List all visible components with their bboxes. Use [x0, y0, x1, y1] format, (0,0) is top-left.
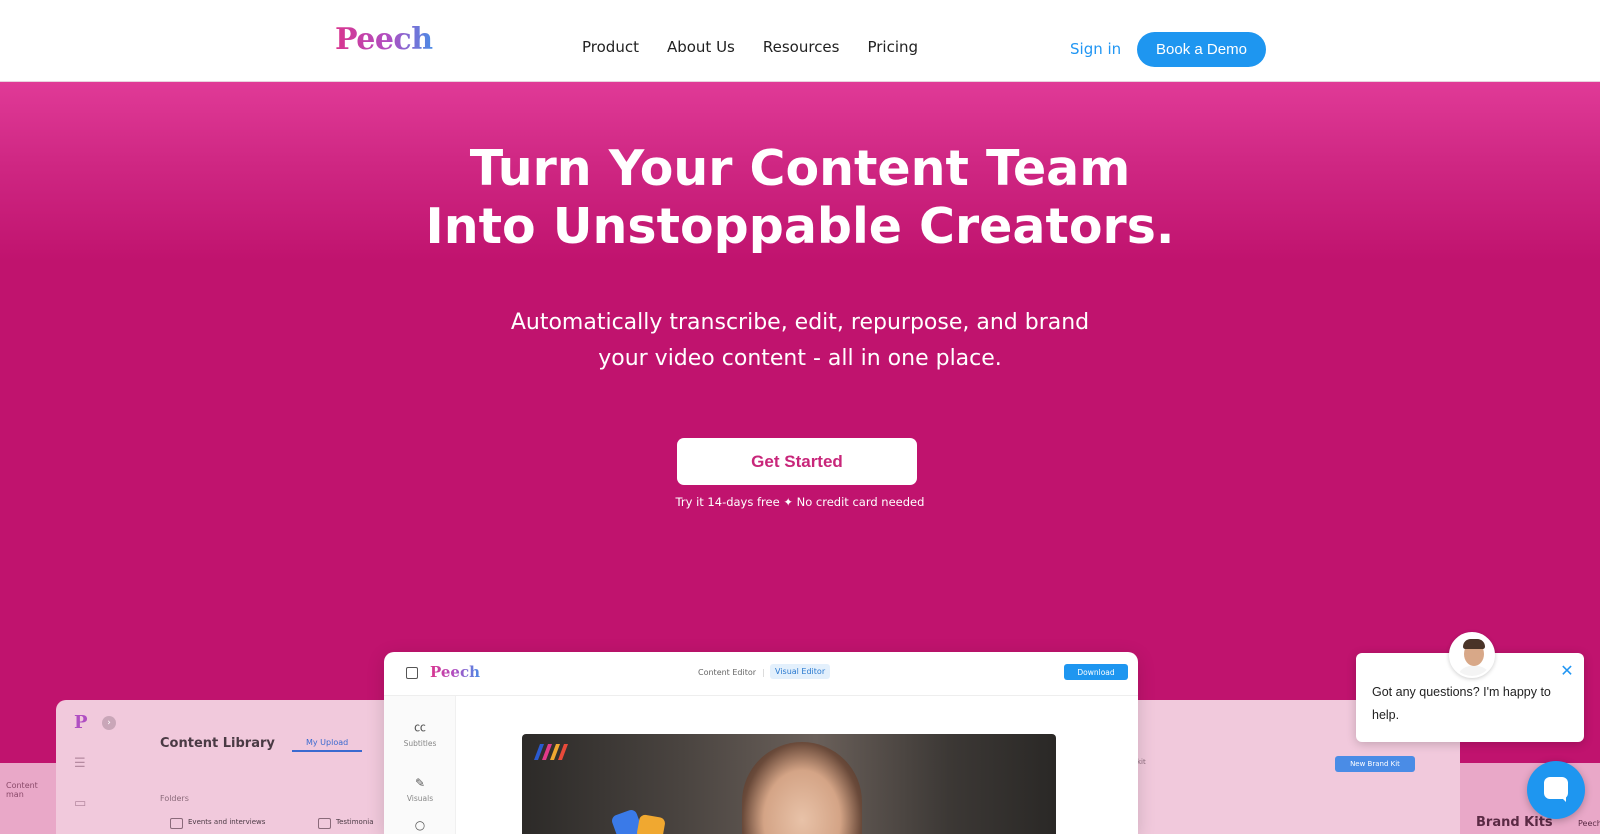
peech-logo[interactable]: Peech: [335, 22, 433, 57]
hero-title: Turn Your Content Team Into Unstoppable …: [0, 140, 1600, 256]
visuals-label: Visuals: [406, 794, 434, 803]
chevron-right-icon[interactable]: ›: [102, 716, 116, 730]
hero-subtitle: Automatically transcribe, edit, repurpos…: [0, 305, 1600, 377]
editor-logo: Peech: [430, 663, 481, 681]
close-icon[interactable]: ✕: [1559, 663, 1575, 679]
hero-title-line1: Turn Your Content Team: [469, 140, 1131, 197]
chat-bubble-tail: [1559, 795, 1566, 802]
hero-title-line2: Into Unstoppable Creators.: [425, 198, 1175, 255]
content-editor-tab[interactable]: Content Editor: [698, 668, 756, 677]
download-button[interactable]: Download: [1064, 664, 1128, 680]
sidebar-item-visuals[interactable]: ✎ Visuals: [384, 776, 456, 803]
avatar-hair: [1463, 639, 1485, 649]
new-brand-kit-button[interactable]: New Brand Kit: [1335, 756, 1415, 772]
nav-links: Product About Us Resources Pricing: [582, 38, 918, 56]
brand-stripes-icon: [534, 744, 568, 760]
brand-kits-title: Brand Kits: [1476, 815, 1553, 830]
folder-icon: [170, 818, 183, 829]
content-manager-label: Content man: [6, 781, 38, 799]
content-library-title: Content Library: [160, 736, 275, 751]
folder-icon[interactable]: ▭: [74, 796, 86, 811]
content-manager-panel: Content man: [0, 763, 58, 834]
pen-icon: ✎: [414, 776, 426, 790]
tab-my-upload[interactable]: My Upload: [292, 738, 363, 752]
trial-note: Try it 14-days free ✦ No credit card nee…: [675, 495, 925, 509]
folder-events[interactable]: Events and interviews: [188, 818, 265, 826]
library-logo: P: [74, 712, 88, 733]
presenter-image: [742, 742, 862, 834]
subtitles-icon: ㏄: [413, 720, 426, 734]
nav-resources[interactable]: Resources: [763, 38, 840, 56]
brand-kit-label: kit: [1137, 758, 1146, 766]
visual-editor-tab[interactable]: Visual Editor: [770, 664, 831, 679]
brand-kits-peech-label: Peech: [1578, 819, 1600, 828]
sidebar-item-person[interactable]: ○: [384, 818, 456, 834]
sign-in-link[interactable]: Sign in: [1070, 40, 1121, 58]
sidebar-item-subtitles[interactable]: ㏄ Subtitles: [384, 718, 456, 748]
hero-subtitle-line1: Automatically transcribe, edit, repurpos…: [510, 310, 1090, 335]
top-nav: Peech Product About Us Resources Pricing…: [0, 0, 1600, 82]
folder-icon: [318, 818, 331, 829]
video-preview[interactable]: [522, 734, 1056, 834]
folders-label: Folders: [160, 794, 189, 803]
back-icon[interactable]: [406, 667, 418, 679]
hero-subtitle-line2: your video content - all in one place.: [598, 346, 1002, 371]
visual-editor-card: Peech Content Editor | Visual Editor Dow…: [384, 652, 1138, 834]
editor-header: Peech Content Editor | Visual Editor Dow…: [384, 652, 1138, 696]
chat-message: Got any questions? I'm happy to help.: [1372, 685, 1551, 722]
editor-sidebar: ㏄ Subtitles ✎ Visuals ○: [384, 696, 456, 834]
decorative-shape: [636, 813, 666, 834]
subtitles-label: Subtitles: [403, 739, 437, 748]
chat-launcher-button[interactable]: [1527, 761, 1585, 819]
person-icon: ○: [414, 818, 426, 832]
nav-pricing[interactable]: Pricing: [867, 38, 918, 56]
tab-separator: |: [762, 668, 765, 677]
book-demo-button[interactable]: Book a Demo: [1137, 32, 1266, 67]
agent-avatar: [1449, 632, 1495, 678]
checklist-icon[interactable]: ☰: [74, 756, 86, 771]
folder-testimonials[interactable]: Testimonia: [336, 818, 374, 826]
nav-about-us[interactable]: About Us: [667, 38, 735, 56]
content-library-card: P › ☰ ▭ Content Library My Upload Folder…: [56, 700, 416, 834]
get-started-button[interactable]: Get Started: [677, 438, 917, 485]
nav-product[interactable]: Product: [582, 38, 639, 56]
